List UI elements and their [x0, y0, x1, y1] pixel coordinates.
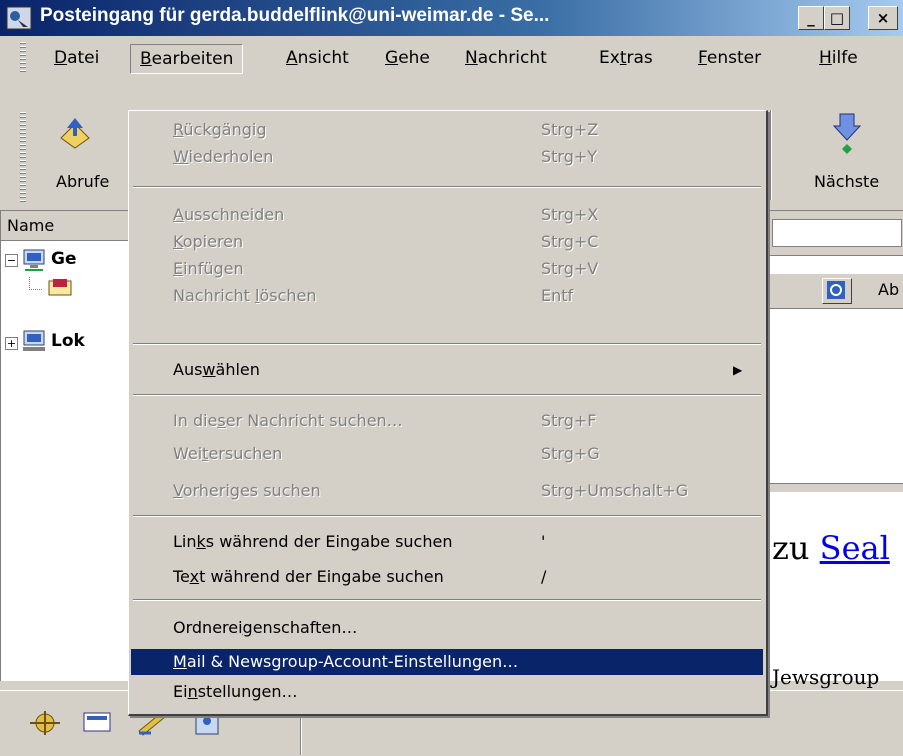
maximize-button[interactable]: □: [824, 6, 850, 30]
name-column-header[interactable]: Name: [1, 211, 133, 241]
folder-pane: Name − Ge + Lok: [0, 210, 133, 681]
collapse-toggle[interactable]: −: [5, 254, 18, 267]
title-bar[interactable]: Posteingang für gerda.buddelflink@uni-we…: [0, 0, 903, 36]
menu-separator: [133, 394, 761, 396]
next-button[interactable]: Nächste: [800, 108, 900, 196]
menu-item-redo[interactable]: Wiederholen Strg+Y: [131, 144, 763, 170]
local-folders-label[interactable]: Lok: [51, 331, 85, 351]
pane-splitter[interactable]: [770, 483, 903, 492]
thread-icon: [827, 281, 845, 299]
menu-item-find-previous[interactable]: Vorheriges suchen Strg+Umschalt+G: [131, 478, 763, 504]
menu-item-copy[interactable]: Kopieren Strg+C: [131, 229, 763, 255]
app-icon: [6, 6, 32, 30]
next-label: Nächste: [814, 172, 880, 191]
get-messages-label: Abrufe: [56, 172, 110, 191]
menu-item-delete-message[interactable]: Nachricht löschen Entf: [131, 283, 763, 309]
close-button[interactable]: ×: [868, 6, 898, 30]
thread-toggle-button[interactable]: [822, 278, 852, 304]
menu-item-find-again[interactable]: Weitersuchen Strg+G: [131, 441, 763, 467]
menu-item-find-text-as-you-type[interactable]: Text während der Eingabe suchen /: [131, 564, 763, 590]
menu-separator: [133, 515, 761, 517]
search-input[interactable]: [772, 219, 902, 247]
get-mail-icon: [60, 118, 90, 149]
submenu-arrow-icon: ▶: [733, 363, 743, 377]
message-pane: Ab zu Seal Jewsgroup: [770, 210, 903, 689]
menu-item-folder-properties[interactable]: Ordnereigenschaften…: [131, 615, 763, 641]
tree-connector: [29, 277, 42, 290]
menu-bearbeiten[interactable]: Bearbeiten: [130, 44, 244, 74]
menu-ansicht[interactable]: Ansicht: [277, 44, 358, 72]
from-column-label[interactable]: Ab: [878, 280, 899, 299]
toolbar-separator: [770, 110, 772, 200]
menu-gehe[interactable]: Gehe: [376, 44, 439, 72]
get-messages-button[interactable]: Abrufe: [35, 108, 127, 196]
navigator-icon[interactable]: [28, 709, 62, 737]
preview-text: Jewsgroup: [772, 665, 880, 689]
menu-item-preferences[interactable]: Einstellungen…: [131, 679, 763, 705]
search-bar-area: [770, 211, 903, 256]
menu-item-cut[interactable]: Ausschneiden Strg+X: [131, 202, 763, 228]
menu-separator: [133, 343, 761, 345]
toolbar-grip[interactable]: [20, 112, 26, 202]
thread-column-header: Ab: [770, 273, 903, 309]
menu-datei[interactable]: Datei: [45, 44, 108, 72]
preview-heading: zu Seal: [772, 529, 890, 567]
menu-item-find-in-message[interactable]: In dieser Nachricht suchen… Strg+F: [131, 408, 763, 434]
inbox-icon: [48, 279, 72, 296]
account-item-label[interactable]: Ge: [51, 249, 76, 269]
mail-icon[interactable]: [80, 709, 114, 737]
window-title: Posteingang für gerda.buddelflink@uni-we…: [40, 5, 550, 26]
expand-toggle[interactable]: +: [5, 337, 18, 350]
menu-extras[interactable]: Extras: [590, 44, 662, 72]
menu-bar: Datei Bearbeiten Ansicht Gehe Nachricht …: [0, 38, 903, 78]
menu-separator: [133, 599, 761, 601]
edit-menu-dropdown: Rückgängig Strg+Z Wiederholen Strg+Y Aus…: [128, 110, 768, 716]
preview-link[interactable]: Seal: [820, 529, 890, 567]
menu-item-paste[interactable]: Einfügen Strg+V: [131, 256, 763, 282]
menu-fenster[interactable]: Fenster: [689, 44, 770, 72]
menubar-grip[interactable]: [20, 42, 26, 74]
next-arrow-icon: [832, 113, 862, 154]
menu-separator: [133, 186, 761, 188]
menu-item-undo[interactable]: Rückgängig Strg+Z: [131, 117, 763, 143]
local-folders-icon: [23, 330, 45, 351]
mail-account-icon: [23, 249, 45, 271]
menu-nachricht[interactable]: Nachricht: [456, 44, 556, 72]
menu-item-account-settings[interactable]: Mail & Newsgroup-Account-Einstellungen…: [131, 649, 763, 675]
menu-item-find-links-as-you-type[interactable]: Links während der Eingabe suchen ': [131, 529, 763, 555]
menu-hilfe[interactable]: Hilfe: [810, 44, 867, 72]
menu-item-select[interactable]: Auswählen ▶: [131, 357, 763, 383]
minimize-button[interactable]: _: [798, 6, 824, 30]
